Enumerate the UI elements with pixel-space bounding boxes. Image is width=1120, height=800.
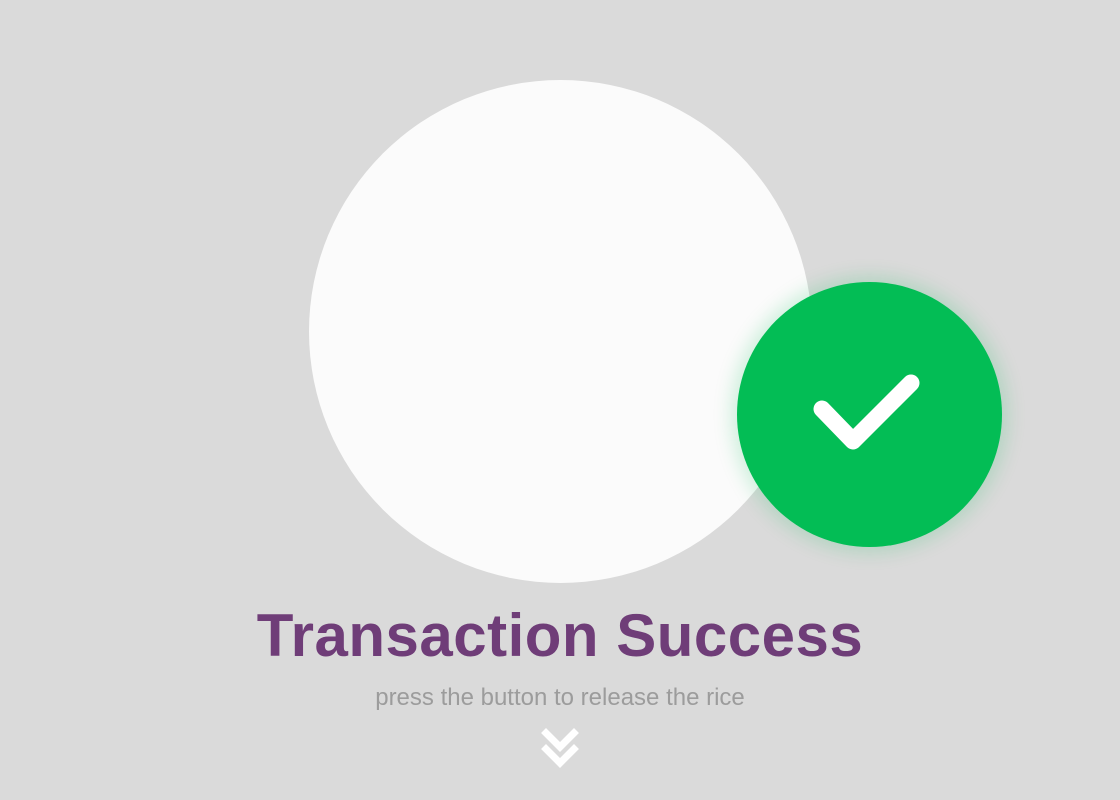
success-screen: Transaction Success press the button to … bbox=[0, 0, 1120, 800]
success-icon-container bbox=[309, 80, 1002, 583]
page-title: Transaction Success bbox=[256, 602, 864, 669]
double-chevron-down-icon[interactable] bbox=[540, 725, 580, 771]
check-icon bbox=[813, 374, 920, 450]
success-badge bbox=[737, 282, 1002, 547]
instruction-text: press the button to release the rice bbox=[375, 684, 745, 711]
